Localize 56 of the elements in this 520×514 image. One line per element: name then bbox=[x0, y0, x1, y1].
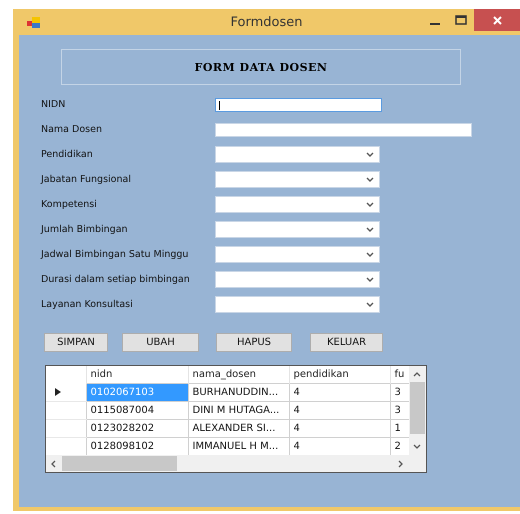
table-cell: 4 bbox=[289, 420, 390, 438]
field-label: Nama Dosen bbox=[40, 124, 103, 135]
window-title: Formdosen bbox=[230, 14, 302, 30]
app-icon bbox=[27, 16, 40, 28]
field-label: Jumlah Bimbingan bbox=[40, 224, 129, 235]
field-label: Pendidikan bbox=[40, 149, 94, 160]
chevron-down-icon bbox=[366, 227, 374, 232]
close-icon bbox=[492, 16, 502, 24]
close-button[interactable] bbox=[474, 9, 520, 31]
vertical-scrollbar[interactable] bbox=[409, 366, 426, 455]
text-field[interactable] bbox=[215, 98, 382, 112]
column-header[interactable]: nidn bbox=[86, 366, 188, 384]
field-label: Kompetensi bbox=[40, 199, 98, 210]
dropdown[interactable] bbox=[215, 271, 380, 288]
chevron-down-icon bbox=[366, 152, 374, 157]
dropdown[interactable] bbox=[215, 146, 380, 163]
chevron-down-icon bbox=[366, 177, 374, 182]
text-field[interactable] bbox=[215, 122, 472, 136]
scroll-up-icon bbox=[413, 371, 421, 377]
field-label: Layanan Konsultasi bbox=[40, 299, 134, 310]
scroll-left-icon bbox=[50, 460, 56, 468]
action-button[interactable]: HAPUS bbox=[216, 333, 292, 352]
table-cell: 4 bbox=[289, 402, 390, 420]
column-header[interactable]: nama_dosen bbox=[188, 366, 289, 384]
dropdown[interactable] bbox=[215, 171, 380, 188]
maximize-icon bbox=[455, 15, 467, 25]
dropdown[interactable] bbox=[215, 296, 380, 313]
chevron-down-icon bbox=[366, 277, 374, 282]
minimize-icon bbox=[430, 22, 440, 24]
action-button[interactable]: UBAH bbox=[122, 333, 199, 352]
data-grid[interactable]: nidn nama_dosen pendidikan fu 0102067103 BURHANUDDIN... 4 3 0115087004 DINI M HUTAGA... 4 3 0123028202 ALEXANDER SI... 4 1 0128098102 IMMANUEL H M... 4 2 bbox=[45, 365, 427, 473]
dropdown[interactable] bbox=[215, 246, 380, 263]
table-cell: 0115087004 bbox=[86, 402, 188, 420]
chevron-down-icon bbox=[366, 252, 374, 257]
table-cell: DINI M HUTAGA... bbox=[188, 402, 289, 420]
table-cell: BURHANUDDIN... bbox=[188, 384, 289, 402]
action-button[interactable]: KELUAR bbox=[310, 333, 383, 352]
table-cell: ALEXANDER SI... bbox=[188, 420, 289, 438]
field-label: Jadwal Bimbingan Satu Minggu bbox=[40, 249, 190, 260]
scroll-down-icon bbox=[413, 444, 421, 450]
field-label: Jabatan Fungsional bbox=[40, 174, 132, 185]
action-button[interactable]: SIMPAN bbox=[44, 333, 108, 352]
dropdown[interactable] bbox=[215, 221, 380, 238]
scroll-right-icon bbox=[398, 460, 404, 468]
horizontal-scrollbar[interactable] bbox=[46, 455, 426, 472]
current-row-icon bbox=[54, 388, 61, 396]
field-label: Durasi dalam setiap bimbingan bbox=[40, 274, 191, 285]
chevron-down-icon bbox=[366, 202, 374, 207]
dropdown[interactable] bbox=[215, 196, 380, 213]
column-header[interactable]: pendidikan bbox=[289, 366, 390, 384]
field-label: NIDN bbox=[40, 99, 66, 110]
table-cell: 0123028202 bbox=[86, 420, 188, 438]
chevron-down-icon bbox=[366, 302, 374, 307]
table-cell: 0102067103 bbox=[86, 384, 188, 402]
table-cell: 4 bbox=[289, 384, 390, 402]
form-title: FORM DATA DOSEN bbox=[61, 49, 461, 85]
